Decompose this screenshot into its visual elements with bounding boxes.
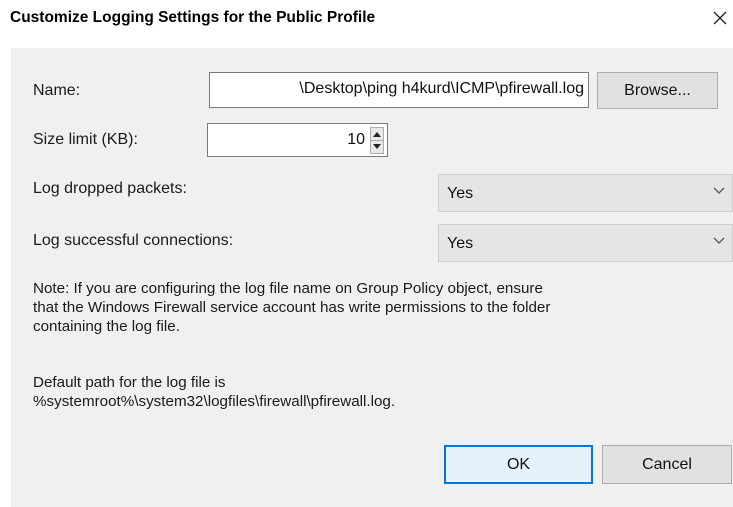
name-field[interactable]: \Desktop\ping h4kurd\ICMP\pfirewall.log bbox=[209, 72, 589, 108]
size-limit-label: Size limit (KB): bbox=[33, 131, 138, 148]
log-dropped-select[interactable]: Yes bbox=[438, 174, 733, 212]
spin-up-icon[interactable] bbox=[370, 127, 384, 141]
browse-button-label: Browse... bbox=[624, 81, 691, 99]
spin-up-arrow bbox=[373, 132, 381, 137]
close-icon[interactable] bbox=[708, 4, 732, 32]
chevron-down-icon bbox=[713, 187, 725, 194]
dialog-title: Customize Logging Settings for the Publi… bbox=[10, 9, 376, 26]
log-successful-label: Log successful connections: bbox=[33, 232, 234, 249]
default-path-line-1: Default path for the log file is bbox=[33, 374, 226, 391]
default-path-text: Default path for the log file is %system… bbox=[33, 373, 395, 411]
ok-button-label: OK bbox=[506, 455, 531, 473]
title-bar: Customize Logging Settings for the Publi… bbox=[0, 0, 733, 38]
settings-panel: Name: \Desktop\ping h4kurd\ICMP\pfirewal… bbox=[11, 48, 733, 507]
spin-down-arrow bbox=[373, 144, 381, 149]
spin-down-icon[interactable] bbox=[370, 140, 384, 154]
log-dropped-value: Yes bbox=[447, 185, 474, 202]
note-line-1: Note: If you are configuring the log fil… bbox=[33, 280, 543, 297]
note-text: Note: If you are configuring the log fil… bbox=[33, 279, 550, 336]
browse-button[interactable]: Browse... bbox=[597, 72, 718, 109]
ok-button[interactable]: OK bbox=[444, 445, 593, 484]
size-limit-value: 10 bbox=[347, 131, 365, 148]
chevron-down-icon bbox=[713, 237, 725, 244]
customize-logging-dialog: Customize Logging Settings for the Publi… bbox=[0, 0, 733, 507]
log-successful-select[interactable]: Yes bbox=[438, 224, 733, 262]
note-line-3: containing the log file. bbox=[33, 318, 180, 335]
name-field-value: \Desktop\ping h4kurd\ICMP\pfirewall.log bbox=[299, 80, 584, 97]
close-icon-glyph bbox=[713, 11, 727, 25]
log-dropped-label: Log dropped packets: bbox=[33, 180, 187, 197]
default-path-line-2: %systemroot%\system32\logfiles\firewall\… bbox=[33, 393, 396, 410]
note-line-2: that the Windows Firewall service accoun… bbox=[33, 299, 551, 316]
log-successful-value: Yes bbox=[447, 235, 474, 252]
cancel-button-label: Cancel bbox=[642, 455, 692, 473]
size-limit-field[interactable]: 10 bbox=[207, 123, 388, 157]
cancel-button[interactable]: Cancel bbox=[602, 445, 732, 484]
name-label: Name: bbox=[33, 82, 81, 99]
